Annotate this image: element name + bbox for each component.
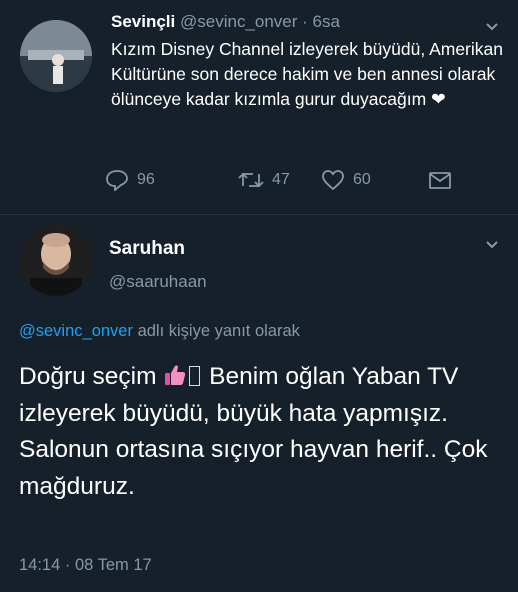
chevron-down-icon[interactable] <box>484 237 500 253</box>
reply-icon <box>106 170 128 191</box>
tweet1-handle[interactable]: @sevinc_onver <box>180 12 297 31</box>
retweet-action[interactable]: 47 <box>238 169 290 191</box>
tweet2-avatar[interactable] <box>20 224 92 296</box>
tweet1-age[interactable]: 6sa <box>313 12 340 31</box>
unknown-glyph-icon <box>189 366 201 386</box>
dm-icon <box>429 172 451 189</box>
like-icon <box>322 170 344 191</box>
heart-emoji: ❤ <box>431 89 446 109</box>
tweet-divider <box>0 214 518 215</box>
avatar-photo <box>20 224 92 296</box>
thumbs-up-emoji <box>165 365 186 385</box>
tweet2-timestamp[interactable]: 14:14 · 08 Tem 17 <box>19 556 152 575</box>
replying-to: @sevinc_onver adlı kişiye yanıt olarak <box>19 322 300 341</box>
retweet-icon <box>238 172 264 188</box>
tweet1-display-name[interactable]: Sevinçli <box>111 12 175 31</box>
reply-to-link[interactable]: @sevinc_onver <box>19 322 133 340</box>
dm-action[interactable] <box>428 169 452 191</box>
tweet1-text: Kızım Disney Channel izleyerek büyüdü, A… <box>111 37 511 112</box>
tweet2-handle[interactable]: @saaruhaan <box>109 272 207 292</box>
tweet1-header: Sevinçli @sevinc_onver · 6sa <box>111 12 340 32</box>
tweet1-actions: 96 47 60 <box>105 169 465 193</box>
reply-to-label: adlı kişiye yanıt olarak <box>132 322 300 340</box>
chevron-down-icon[interactable] <box>484 19 500 35</box>
reply-action[interactable]: 96 <box>105 169 155 191</box>
tweet2-date: 08 Tem 17 <box>74 556 152 574</box>
tweet1-avatar[interactable] <box>20 20 92 92</box>
retweet-count: 47 <box>272 171 290 188</box>
reply-count: 96 <box>137 171 155 188</box>
like-count: 60 <box>353 171 371 188</box>
like-action[interactable]: 60 <box>321 169 371 191</box>
tweet1-separator: · <box>297 12 313 31</box>
avatar-photo <box>20 20 92 92</box>
tweet2-time: 14:14 <box>19 556 61 574</box>
tweet2-display-name[interactable]: Saruhan <box>109 238 185 260</box>
tweet2-text-start: Doğru seçim <box>19 363 157 390</box>
tweet2-text: Doğru seçim Benim oğlan Yaban TV izleyer… <box>19 359 499 505</box>
